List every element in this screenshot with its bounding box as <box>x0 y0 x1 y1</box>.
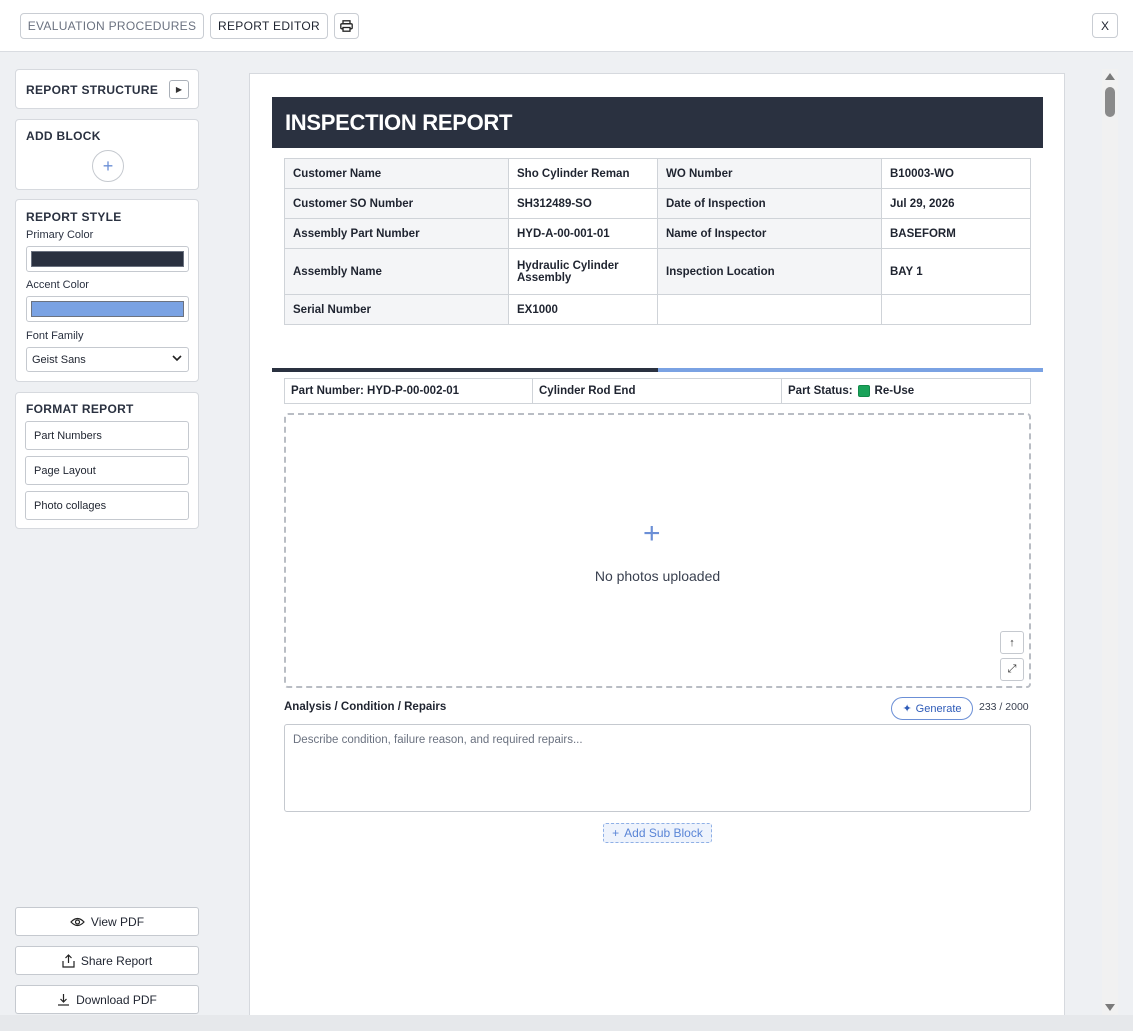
info-key <box>657 294 882 325</box>
sparkle-icon: ✦ <box>902 703 912 715</box>
info-value[interactable]: SH312489-SO <box>508 188 658 219</box>
move-up-button[interactable]: ↑ <box>1000 631 1024 654</box>
plus-icon: + <box>612 826 620 840</box>
add-sub-block-label: Add Sub Block <box>624 826 703 840</box>
primary-color-label: Primary Color <box>26 229 94 241</box>
accent-color-picker[interactable] <box>26 296 189 322</box>
primary-color-swatch <box>31 251 184 267</box>
table-row: Customer SO Number SH312489-SO Date of I… <box>284 188 1031 219</box>
info-value[interactable] <box>881 294 1031 325</box>
top-toolbar: EVALUATION PROCEDURES REPORT EDITOR X <box>0 0 1133 52</box>
add-block-button[interactable]: + <box>92 150 124 182</box>
info-value[interactable]: BAY 1 <box>881 248 1031 295</box>
info-key: Assembly Name <box>284 248 509 295</box>
primary-color-picker[interactable] <box>26 246 189 272</box>
report-structure-panel: REPORT STRUCTURE ▶ <box>15 69 199 109</box>
share-report-button[interactable]: Share Report <box>15 946 199 975</box>
print-button[interactable] <box>334 13 359 39</box>
character-counter: 233 / 2000 <box>979 701 1029 713</box>
plus-icon: + <box>643 517 661 550</box>
status-indicator <box>857 385 870 397</box>
section-divider-accent <box>658 368 1043 372</box>
photo-upload-zone[interactable]: + No photos uploaded ↑ ⤢ <box>284 413 1031 688</box>
info-value[interactable]: BASEFORM <box>881 218 1031 249</box>
info-value[interactable]: B10003-WO <box>881 158 1031 189</box>
scroll-down-arrow-icon[interactable] <box>1105 1004 1115 1011</box>
view-pdf-label: View PDF <box>90 914 145 929</box>
part-status-value: Re-Use <box>874 385 915 397</box>
info-value[interactable]: Hydraulic Cylinder Assembly <box>508 248 658 295</box>
report-info-table: Customer Name Sho Cylinder Reman WO Numb… <box>284 158 1031 325</box>
part-header-row: Part Number: HYD-P-00-002-01 Cylinder Ro… <box>284 378 1031 404</box>
font-family-select[interactable]: Geist Sans <box>26 347 189 372</box>
analysis-label: Analysis / Condition / Repairs <box>284 701 447 713</box>
section-divider-primary <box>272 368 658 372</box>
format-report-panel: FORMAT REPORT Part Numbers Page Layout P… <box>15 392 199 529</box>
part-number[interactable]: Part Number: HYD-P-00-002-01 <box>285 379 533 403</box>
part-status[interactable]: Part Status: Re-Use <box>782 379 1030 403</box>
bottom-strip <box>0 1015 1133 1031</box>
generate-button[interactable]: ✦ Generate <box>891 697 973 720</box>
info-value[interactable]: Jul 29, 2026 <box>881 188 1031 219</box>
report-style-title: REPORT STYLE <box>26 210 122 224</box>
tab-report-editor[interactable]: REPORT EDITOR <box>210 13 328 39</box>
info-key: Assembly Part Number <box>284 218 509 249</box>
info-value[interactable]: Sho Cylinder Reman <box>508 158 658 189</box>
scroll-thumb[interactable] <box>1105 87 1115 117</box>
format-page-layout[interactable]: Page Layout <box>25 456 189 485</box>
arrow-up-icon: ↑ <box>1009 636 1015 649</box>
format-part-numbers[interactable]: Part Numbers <box>25 421 189 450</box>
add-block-panel: ADD BLOCK + <box>15 119 199 190</box>
chevron-down-icon <box>172 355 182 362</box>
report-page: INSPECTION REPORT Customer Name Sho Cyli… <box>249 73 1065 1031</box>
download-pdf-label: Download PDF <box>76 992 157 1007</box>
no-photos-message: No photos uploaded <box>594 568 721 584</box>
font-family-label: Font Family <box>26 330 84 342</box>
analysis-textarea[interactable] <box>284 724 1031 812</box>
expand-button[interactable]: ⤢ <box>1000 658 1024 681</box>
table-row: Customer Name Sho Cylinder Reman WO Numb… <box>284 158 1031 189</box>
expand-structure-button[interactable]: ▶ <box>169 80 189 99</box>
part-name[interactable]: Cylinder Rod End <box>533 379 782 403</box>
info-key: Date of Inspection <box>657 188 882 219</box>
share-report-label: Share Report <box>80 953 153 968</box>
info-value[interactable]: EX1000 <box>508 294 658 325</box>
download-icon <box>58 994 70 1006</box>
report-structure-title: REPORT STRUCTURE <box>26 83 159 97</box>
tab-evaluation-procedures[interactable]: EVALUATION PROCEDURES <box>20 13 204 39</box>
close-button[interactable]: X <box>1092 13 1118 38</box>
format-report-title: FORMAT REPORT <box>26 402 134 416</box>
scroll-up-arrow-icon[interactable] <box>1105 73 1115 80</box>
generate-label: Generate <box>915 702 962 715</box>
view-pdf-button[interactable]: View PDF <box>15 907 199 936</box>
table-row: Assembly Part Number HYD-A-00-001-01 Nam… <box>284 218 1031 249</box>
font-family-value: Geist Sans <box>32 353 86 366</box>
eye-icon <box>70 917 85 926</box>
info-value[interactable]: HYD-A-00-001-01 <box>508 218 658 249</box>
info-key: Customer SO Number <box>284 188 509 219</box>
info-key: Name of Inspector <box>657 218 882 249</box>
info-key: Serial Number <box>284 294 509 325</box>
info-key: Customer Name <box>284 158 509 189</box>
accent-color-swatch <box>31 301 184 317</box>
part-status-label: Part Status: <box>788 385 853 397</box>
info-key: WO Number <box>657 158 882 189</box>
add-sub-block-button[interactable]: + Add Sub Block <box>603 823 712 843</box>
play-icon: ▶ <box>175 85 183 94</box>
info-key: Inspection Location <box>657 248 882 295</box>
add-block-title: ADD BLOCK <box>26 129 101 143</box>
vertical-scrollbar[interactable] <box>1102 69 1118 1015</box>
report-style-panel: REPORT STYLE Primary Color Accent Color … <box>15 199 199 382</box>
share-icon <box>62 953 75 968</box>
plus-icon: + <box>102 155 114 176</box>
printer-icon <box>340 20 353 32</box>
format-photo-collages[interactable]: Photo collages <box>25 491 189 520</box>
expand-icon: ⤢ <box>1007 663 1017 675</box>
table-row: Serial Number EX1000 <box>284 294 1031 325</box>
report-title[interactable]: INSPECTION REPORT <box>272 97 1043 148</box>
download-pdf-button[interactable]: Download PDF <box>15 985 199 1014</box>
accent-color-label: Accent Color <box>26 279 89 291</box>
table-row: Assembly Name Hydraulic Cylinder Assembl… <box>284 248 1031 295</box>
